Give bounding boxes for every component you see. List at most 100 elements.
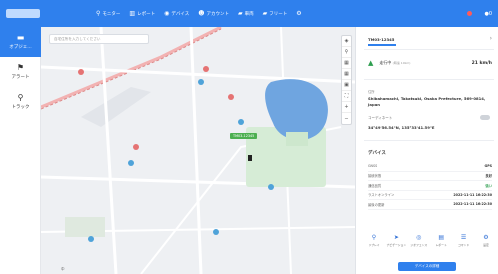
action-report[interactable]: ▤ レポート [433,234,449,248]
nav-label: レポート [137,11,156,17]
panel-title: TM03-12345 [368,37,395,42]
action-geofence[interactable]: ◎ ジオフェンス [410,234,427,248]
car-icon: ▰ [237,9,243,17]
nav-label: デバイス [171,11,190,17]
gear-icon: ⚙ [296,9,302,17]
zoom-level: 中 [61,267,65,271]
logo [6,9,40,18]
moving-arrow-icon: ▲ [368,59,374,67]
sidebar-item-label: トラック [11,105,30,110]
account-icon: ☻ [198,9,205,17]
nav-monitor[interactable]: ⚲ モニター [96,9,121,17]
action-settings[interactable]: ⚙ 設定 [478,234,494,248]
settings-icon: ⚙ [483,234,489,241]
sidebar: ▬ オブジェ… ⚑ アラート ⚲ トラック [0,27,41,274]
nav-devices[interactable]: ◉ デバイス [164,9,190,17]
nav-fleet[interactable]: ▰ フリート [262,9,288,17]
device-info-table: GNSS GPS 接続状態 良好 通信品質 強い ラストオンライン 2022-11-11… [368,162,492,210]
zoom-in-icon[interactable]: + [342,102,351,113]
device-details-button[interactable]: デバイスの詳細 [398,262,456,271]
action-bar: ⚲ リプレイ ➤ ナビゲーション ◎ ジオフェンス ▤ レポート ☰ コマンド ⚙ 設定 [366,234,494,248]
sidebar-item-track[interactable]: ⚲ トラック [0,87,41,117]
info-value: 2022-11-11 16:22:30 [453,192,492,197]
coord-toggle[interactable] [480,115,490,120]
info-row: 通信品質 強い [368,181,492,191]
top-right: ●0 [467,0,492,27]
car-icon: ▬ [16,33,25,42]
address-label: 住所 [368,90,375,94]
top-bar: ⚲ モニター ▥ レポート ◉ デバイス ☻ アカウント ▰ 車両 ▰ フリート ⚙ ●0 [0,0,498,27]
nav-label: 車両 [244,11,254,17]
device-panel: TM03-12345 › ▲ 走行中 (時速 10km) 21 km/h 住所 … [355,27,498,274]
divider [364,140,494,141]
map-search-input[interactable]: 自宅住所を入力してください [49,34,149,44]
satellite-icon[interactable]: ▣ [342,80,351,91]
sidebar-item-label: アラート [11,75,30,80]
map-tools: ◈ ⚲ ▦ ▦ ▣ ⛶ + − [341,35,352,125]
location-icon: ⚲ [371,234,377,241]
fleet-icon: ▰ [262,9,268,17]
sidebar-item-objects[interactable]: ▬ オブジェ… [0,27,41,57]
nav-label: モニター [102,11,121,17]
action-label: 設定 [483,243,489,247]
pin-tool-icon[interactable]: ⚲ [342,47,351,58]
info-row: 接続状態 良好 [368,172,492,181]
coord-label: コーディネート [368,116,393,120]
coord-value: 34°49'56.54"N, 135°33'41.59"E [368,125,435,130]
nav-report[interactable]: ▥ レポート [129,9,156,17]
navigation-icon: ➤ [393,234,399,241]
route-icon: ⚲ [17,93,24,102]
bar-chart-icon: ▥ [129,9,136,17]
action-label: レポート [435,243,447,247]
alert-icon: ⚑ [16,63,25,72]
sidebar-item-label: オブジェ… [9,45,32,50]
nav-account[interactable]: ☻ アカウント [198,9,229,17]
map-base [41,27,355,274]
nav-vehicles[interactable]: ▰ 車両 [237,9,254,17]
nav-label: アカウント [206,11,229,17]
info-value: 2022-11-11 16:22:30 [453,202,492,207]
status-row: ▲ 走行中 (時速 10km) 21 km/h [368,59,492,67]
traffic-icon[interactable]: ▦ [342,69,351,80]
action-navigation[interactable]: ➤ ナビゲーション [386,234,407,248]
vehicle-marker-label[interactable]: TM03-12345 [230,133,258,139]
info-row: ラストオンライン 2022-11-11 16:22:30 [368,191,492,200]
status-label: 走行中 [379,60,392,65]
user-menu[interactable]: ●0 [484,11,492,17]
info-value: 強い [485,183,492,188]
info-key: 接続状態 [368,174,382,179]
info-key: 通信品質 [368,183,382,188]
info-row: GNSS GPS [368,162,492,172]
info-key: GNSS [368,164,378,169]
action-replay[interactable]: ⚲ リプレイ [366,234,382,248]
nav-settings[interactable]: ⚙ [296,9,303,17]
fullscreen-icon[interactable]: ⛶ [342,91,351,102]
device-section-title: デバイス [368,151,386,156]
map-view[interactable]: 自宅住所を入力してください TM03-12345 ◈ ⚲ ▦ ▦ ▣ ⛶ + −… [41,27,355,274]
action-label: ナビゲーション [386,243,407,247]
report-icon: ▤ [438,234,444,241]
divider [364,79,494,80]
pin-icon: ⚲ [96,9,101,17]
zoom-out-icon[interactable]: − [342,113,351,124]
info-key: 最後の更新 [368,202,385,207]
action-command[interactable]: ☰ コマンド [456,235,472,248]
status-sub: (時速 10km) [392,61,411,65]
info-value: GPS [484,164,493,169]
close-icon[interactable]: › [490,35,492,42]
info-row: 最後の更新 2022-11-11 16:22:30 [368,200,492,210]
info-key: ラストオンライン [368,193,395,198]
info-value: 良好 [485,174,492,179]
address-value: Shibahamachi, Takatsuki, Osaka Prefectur… [368,96,486,107]
geofence-icon: ◎ [416,234,422,241]
action-label: リプレイ [368,243,380,247]
divider [364,49,494,50]
notification-dot[interactable] [467,11,473,16]
devices-icon: ◉ [164,9,170,17]
action-label: コマンド [457,243,470,247]
layers-icon[interactable]: ◈ [342,36,351,47]
speed-value: 21 km/h [471,60,492,66]
sidebar-item-alerts[interactable]: ⚑ アラート [0,57,41,87]
panel-tab-indicator [368,44,396,46]
measure-icon[interactable]: ▦ [342,58,351,69]
